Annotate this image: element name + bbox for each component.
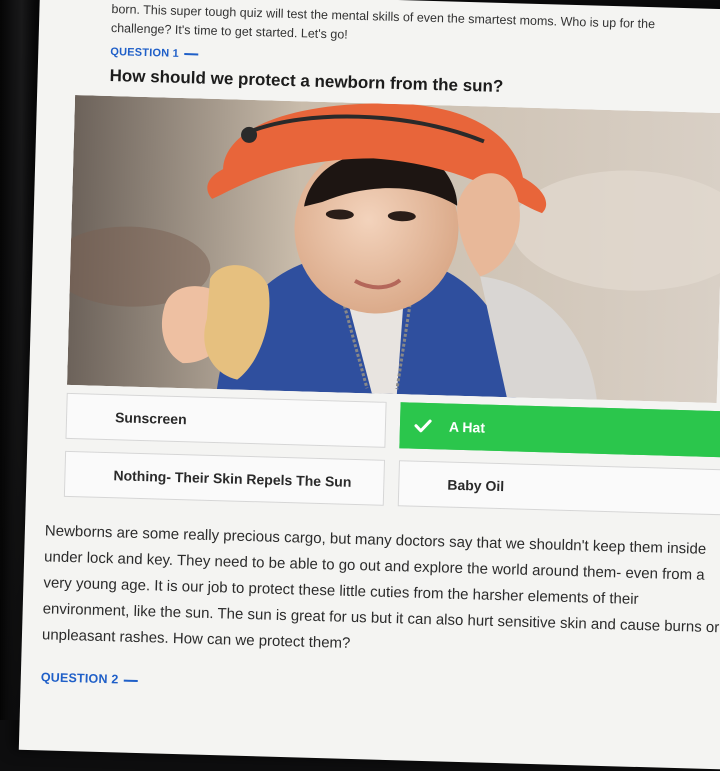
answer-option-4[interactable]: Baby Oil	[397, 460, 720, 516]
question-1-title: How should we protect a newborn from the…	[109, 65, 504, 96]
tablet-screen: born. This super tough quiz will test th…	[18, 0, 720, 771]
question-1-number: QUESTION 1	[110, 45, 180, 60]
question-1-label: QUESTION 1	[110, 46, 198, 60]
answer-option-4-label: Baby Oil	[447, 476, 505, 495]
answer-option-2-correct[interactable]: A Hat	[399, 402, 720, 458]
toddler-in-hat-image	[66, 95, 720, 404]
question-1-dash	[183, 53, 198, 56]
answer-option-1-label: Sunscreen	[114, 409, 187, 428]
answer-option-3-label: Nothing- Their Skin Repels The Sun	[113, 467, 352, 490]
question-2-dash	[123, 679, 138, 682]
checkmark-icon	[414, 419, 432, 433]
question-1-photo	[66, 95, 720, 404]
question-1-explanation: Newborns are some really precious cargo,…	[41, 522, 720, 652]
answer-option-1[interactable]: Sunscreen	[65, 392, 387, 448]
question-2-number: QUESTION 2	[40, 670, 119, 687]
question-2-label: QUESTION 2	[41, 670, 138, 687]
intro-text: born. This super tough quiz will test th…	[111, 0, 712, 55]
answer-option-3[interactable]: Nothing- Their Skin Repels The Sun	[63, 450, 386, 506]
